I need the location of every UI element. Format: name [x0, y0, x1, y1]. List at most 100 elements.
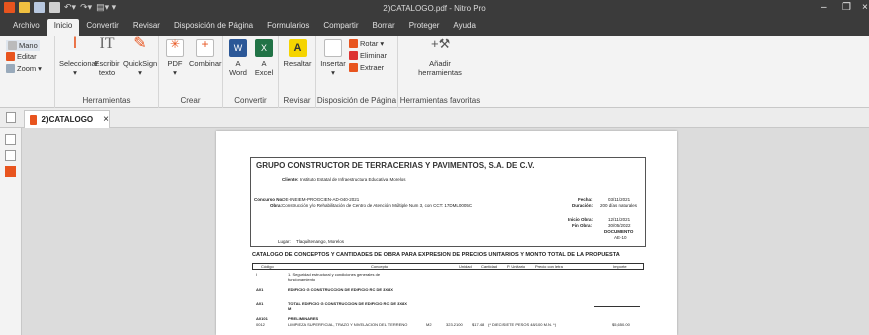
group-favoritas: +⚒ Añadir herramientas Herramientas favori…: [398, 36, 482, 108]
document-header-box: [250, 157, 646, 247]
tab-archivo[interactable]: Archivo: [6, 19, 47, 36]
obra-value: Construcción y/o Rehabilitación de Centr…: [282, 203, 473, 208]
left-side-panel: [0, 128, 22, 335]
tab-formularios[interactable]: Formularios: [260, 19, 316, 36]
herramientas-label: herramientas: [418, 68, 462, 77]
hand-icon: [8, 41, 17, 50]
document-tab[interactable]: 2)CATALOGO ×: [24, 110, 110, 128]
tab-convertir[interactable]: Convertir: [79, 19, 125, 36]
minimize-icon[interactable]: –: [821, 2, 827, 13]
signature-pen-icon: ✎: [133, 35, 147, 52]
tab-proteger[interactable]: Proteger: [402, 19, 447, 36]
tab-ayuda[interactable]: Ayuda: [446, 19, 483, 36]
quicksign-button[interactable]: ✎ QuickSign ▾: [123, 35, 158, 78]
row-concepto: 1. Seguridad estructural y condiciones g…: [288, 272, 381, 282]
pdf-label: PDF: [167, 59, 183, 68]
eliminar-label: Eliminar: [360, 51, 388, 60]
window-title: 2)CATALOGO.pdf - Nitro Pro: [383, 4, 486, 13]
rotar-label: Rotar: [360, 39, 379, 48]
inicio-label: Inicio Obra:: [568, 217, 594, 222]
pages-panel-icon[interactable]: [5, 134, 16, 145]
rotate-icon: [349, 39, 358, 48]
combine-icon: +: [196, 38, 214, 57]
favoritas-group-label: Herramientas favoritas: [399, 96, 481, 105]
quicksign-label: QuickSign: [123, 59, 158, 68]
herramientas-group-label: Herramientas: [82, 96, 131, 105]
row-codigo: A0101: [256, 316, 268, 321]
pdf-file-icon: [30, 114, 38, 125]
restore-icon[interactable]: ❐: [842, 2, 851, 13]
edit-icon: [6, 52, 15, 61]
row-codigo: I: [256, 272, 258, 277]
insertar-button[interactable]: Insertar ▾: [318, 39, 348, 77]
insertar-label: Insertar: [320, 59, 346, 68]
pdf-page: GRUPO CONSTRUCTOR DE TERRACERIAS Y PAVIM…: [216, 131, 677, 335]
zoom-icon: [6, 64, 15, 73]
bookmarks-panel-icon[interactable]: [5, 150, 16, 161]
fin-label: Fin Obra:: [572, 223, 592, 228]
zoom-label: Zoom: [17, 64, 37, 73]
revisar-group-label: Revisar: [283, 96, 311, 105]
row-concepto: EDIFICIO G CONSTRUCCION DE EDIFICIO RC D…: [288, 287, 393, 292]
zoom-button[interactable]: Zoom ▾: [6, 64, 42, 73]
resaltar-button[interactable]: A Resaltar: [281, 39, 314, 68]
a-word-label: A: [235, 59, 241, 68]
anadir-herramientas-button[interactable]: +⚒ Añadir herramientas: [416, 36, 464, 77]
convertir-group-label: Convertir: [234, 96, 267, 105]
editar-label: Editar: [17, 52, 37, 61]
combinar-button[interactable]: + Combinar: [189, 38, 222, 68]
pdf-button[interactable]: ✳ PDF ▾: [162, 38, 188, 77]
row-concepto: PRELIMINARES: [288, 316, 319, 321]
cliente-label: Cliente:: [282, 177, 299, 182]
col-precio-letra: Precio con letra: [535, 264, 563, 269]
tab-disposicion[interactable]: Disposición de Página: [167, 19, 260, 36]
col-unidad: Unidad: [459, 264, 472, 269]
close-window-icon[interactable]: ×: [862, 2, 868, 13]
excel-label: Excel: [254, 68, 274, 77]
panel-toggle-icon[interactable]: [6, 112, 16, 123]
document-viewer[interactable]: GRUPO CONSTRUCTOR DE TERRACERIAS Y PAVIM…: [22, 128, 869, 335]
attachments-panel-icon[interactable]: [5, 166, 16, 177]
concurso-label: Concurso No.: [254, 197, 284, 202]
extraer-button[interactable]: Extraer: [349, 63, 384, 72]
row-codigo: A01: [256, 287, 264, 292]
fecha-label: Fecha:: [578, 197, 593, 202]
tab-inicio[interactable]: Inicio: [46, 19, 80, 36]
col-importe: Importe: [613, 264, 627, 269]
subtotal-line: [594, 306, 640, 307]
highlight-icon: A: [288, 39, 307, 57]
editar-button[interactable]: Editar: [6, 52, 37, 61]
col-codigo: Código: [261, 264, 274, 269]
cliente-value: Instituto Estatal de Infraestructura Edu…: [300, 177, 406, 182]
group-convertir: W A Word X A Excel Convertir: [223, 36, 279, 108]
to-word-button[interactable]: W A Word: [226, 39, 250, 77]
obra-label: Obra:: [270, 203, 283, 208]
texto-label: texto: [98, 68, 116, 77]
escribir-texto-button[interactable]: IT Escribir texto: [93, 36, 121, 78]
lugar-value: Tlaquiltenango, Morelos: [296, 239, 345, 244]
rotar-button[interactable]: Rotar ▾: [349, 39, 384, 48]
add-tools-icon: +⚒: [431, 36, 451, 51]
group-herramientas: Ⅰ Seleccionar ▾ IT Escribir texto ✎ QuickSign…: [55, 36, 159, 108]
group-revisar: A Resaltar Revisar: [279, 36, 316, 108]
tab-revisar[interactable]: Revisar: [126, 19, 167, 36]
tab-borrar[interactable]: Borrar: [365, 19, 401, 36]
tab-compartir[interactable]: Compartir: [316, 19, 365, 36]
duracion-value: 200 días naturales: [600, 203, 638, 208]
row-precio-letra: (* DIECISIETE PESOS 48/100 M.N. *): [488, 322, 557, 327]
row-codigo: 0012: [256, 322, 265, 327]
to-excel-button[interactable]: X A Excel: [252, 39, 276, 77]
word-icon: W: [229, 39, 247, 57]
concurso-value: OE-INEIEM-PROGCIEN-AD-040-2021: [282, 197, 360, 202]
row-concepto: LIMPIEZA SUPERFICIAL, TRAZO Y NIVELACION…: [288, 322, 408, 327]
row-unidad: M2: [426, 322, 432, 327]
escribir-label: Escribir: [94, 59, 120, 68]
eliminar-button[interactable]: Eliminar: [349, 51, 387, 60]
close-tab-icon[interactable]: ×: [103, 114, 109, 125]
mano-button[interactable]: Mano: [6, 40, 40, 51]
row-punitario: $17.48: [472, 322, 485, 327]
seleccionar-button[interactable]: Ⅰ Seleccionar ▾: [59, 36, 98, 78]
title-bar: ↶▾ ↷▾ ▤▾ ▾ 2)CATALOGO.pdf - Nitro Pro – …: [0, 0, 869, 19]
table-header: Código Concepto Unidad Cantidad P. Unita…: [252, 263, 644, 270]
ribbon: Mano Editar Zoom ▾ Ⅰ Seleccionar ▾ IT Escrib…: [0, 36, 869, 108]
